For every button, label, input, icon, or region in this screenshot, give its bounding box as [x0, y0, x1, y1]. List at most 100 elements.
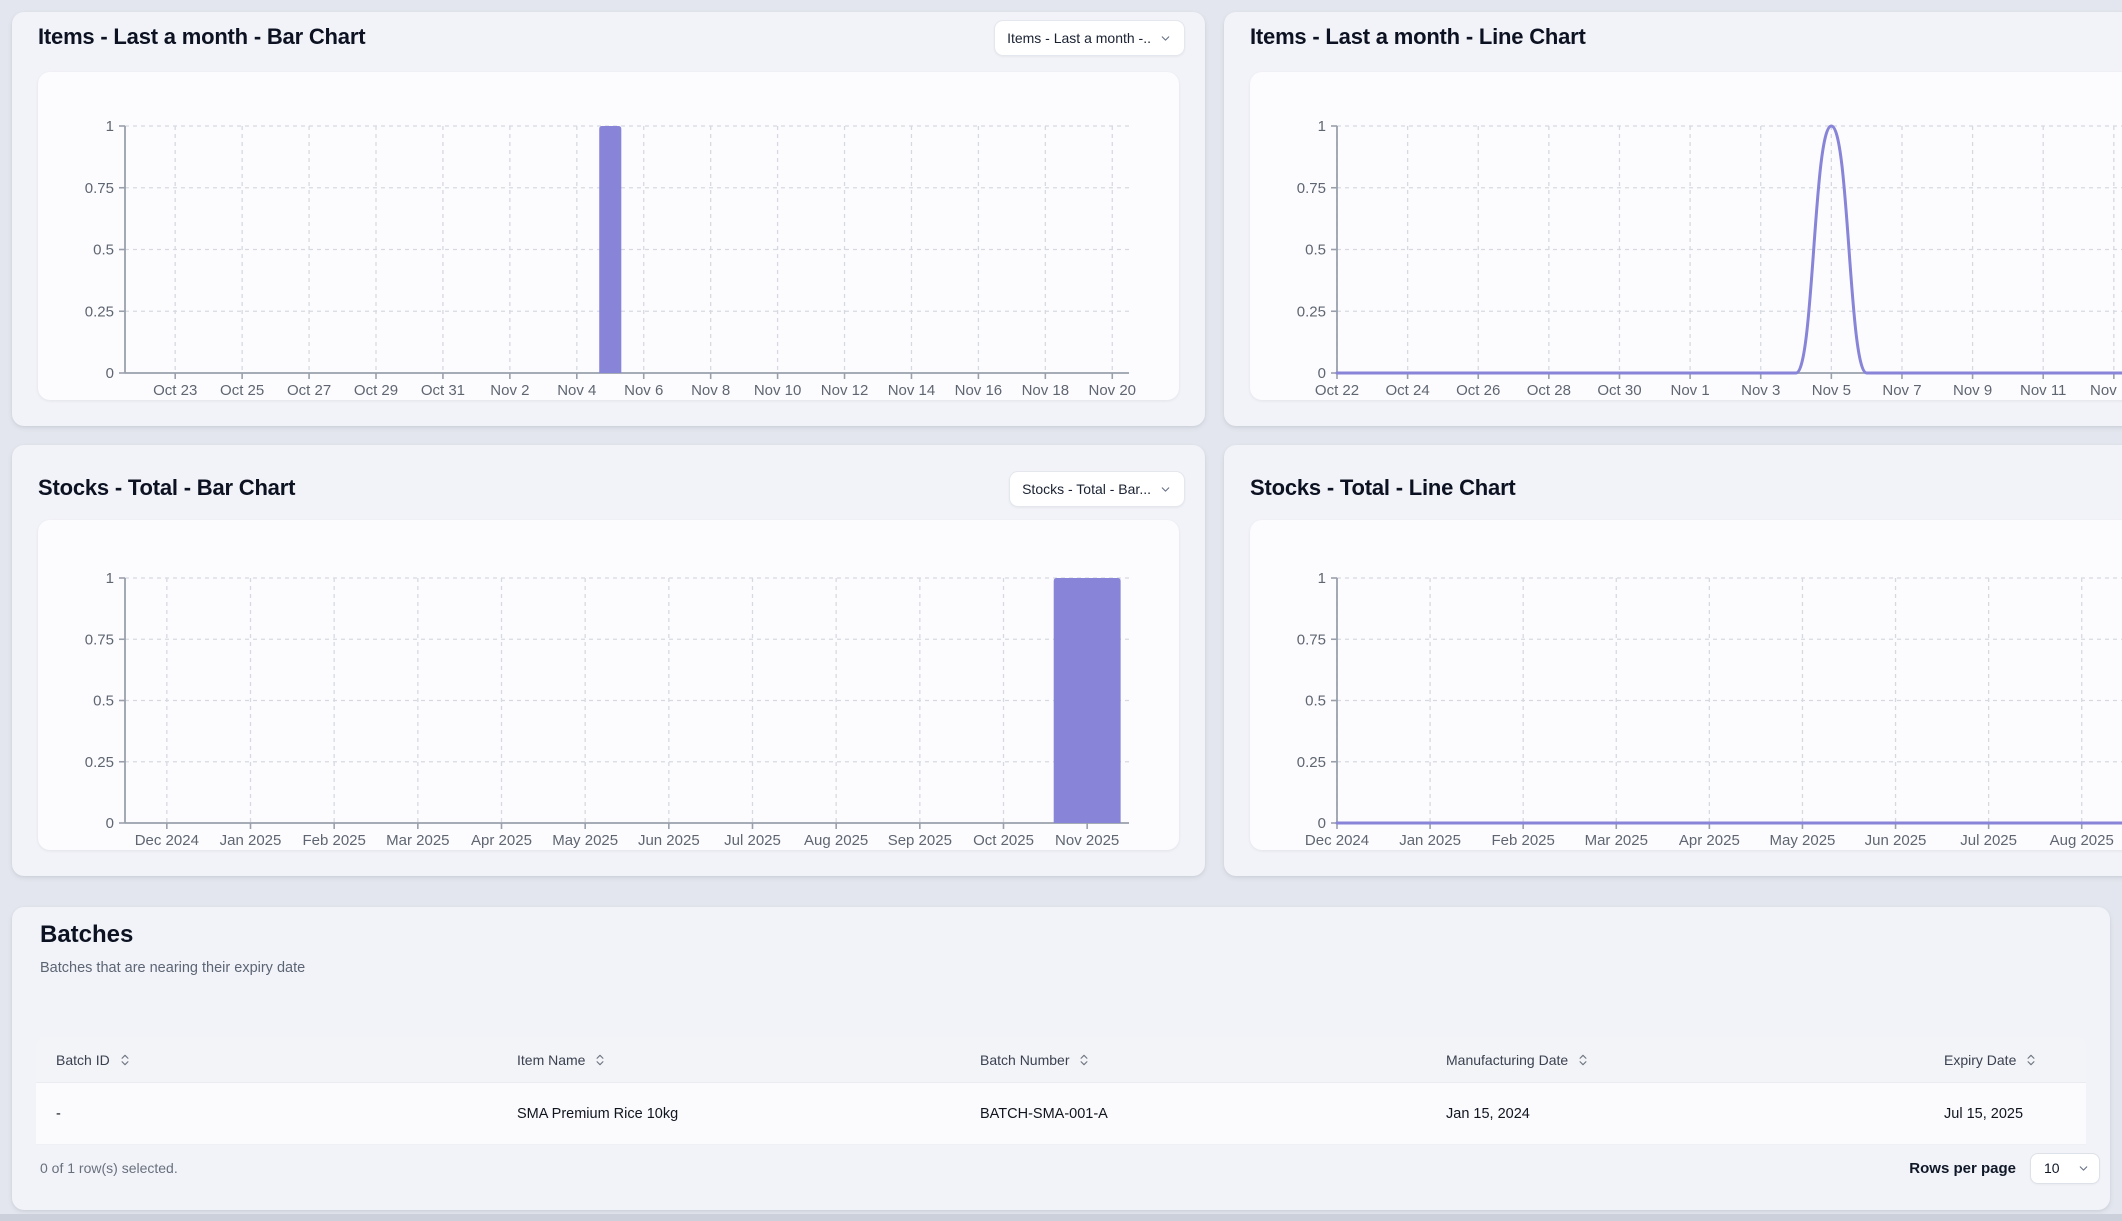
chevron-down-icon: [1159, 483, 1172, 496]
column-header-item-name[interactable]: Item Name: [517, 1052, 980, 1068]
table-row[interactable]: - SMA Premium Rice 10kg BATCH-SMA-001-A …: [36, 1083, 2086, 1145]
svg-text:May 2025: May 2025: [1770, 832, 1836, 849]
svg-text:Nov 16: Nov 16: [955, 382, 1003, 399]
svg-text:Nov 11: Nov 11: [2020, 382, 2066, 399]
sort-chevrons-icon: [2024, 1053, 2038, 1067]
svg-text:Nov 2: Nov 2: [490, 382, 529, 399]
svg-text:0.75: 0.75: [1297, 631, 1326, 648]
svg-text:May 2025: May 2025: [552, 832, 618, 849]
svg-text:Nov 13: Nov 13: [2090, 382, 2122, 399]
svg-text:Nov 3: Nov 3: [1741, 382, 1780, 399]
column-header-batch-number[interactable]: Batch Number: [980, 1052, 1446, 1068]
svg-text:Oct 28: Oct 28: [1527, 382, 1571, 399]
svg-text:0.5: 0.5: [1305, 693, 1326, 710]
svg-text:Nov 4: Nov 4: [557, 382, 596, 399]
svg-text:Nov 1: Nov 1: [1671, 382, 1710, 399]
cell-batch-number: BATCH-SMA-001-A: [980, 1106, 1446, 1122]
rows-per-page: Rows per page 10: [1909, 1153, 2100, 1184]
svg-text:Nov 14: Nov 14: [888, 382, 936, 399]
svg-text:Feb 2025: Feb 2025: [1491, 832, 1554, 849]
batches-title: Batches: [40, 921, 133, 949]
svg-text:Nov 10: Nov 10: [754, 382, 802, 399]
svg-text:Oct 25: Oct 25: [220, 382, 264, 399]
items-line-panel: Items - Last a month - Line Chart 00.250…: [1224, 12, 2122, 426]
svg-text:0.5: 0.5: [1305, 242, 1326, 259]
batches-panel: Batches Batches that are nearing their e…: [12, 907, 2110, 1210]
stocks-bar-panel: Stocks - Total - Bar Chart Stocks - Tota…: [12, 445, 1205, 876]
svg-text:Apr 2025: Apr 2025: [471, 832, 532, 849]
stocks-chart-select-value: Stocks - Total - Bar...: [1022, 481, 1151, 497]
stocks-bar-chart-card: 00.250.50.751Dec 2024Jan 2025Feb 2025Mar…: [38, 520, 1179, 850]
svg-text:Nov 5: Nov 5: [1812, 382, 1851, 399]
items-bar-chart: 00.250.50.751Oct 23Oct 25Oct 27Oct 29Oct…: [38, 72, 1179, 400]
svg-text:Oct 2025: Oct 2025: [973, 832, 1034, 849]
svg-text:Nov 6: Nov 6: [624, 382, 663, 399]
svg-text:Oct 29: Oct 29: [354, 382, 398, 399]
stocks-line-panel: Stocks - Total - Line Chart 00.250.50.75…: [1224, 445, 2122, 876]
svg-text:1: 1: [1318, 570, 1326, 587]
sort-chevrons-icon: [1077, 1053, 1091, 1067]
chevron-down-icon: [1159, 32, 1172, 45]
svg-text:Dec 2024: Dec 2024: [1305, 832, 1369, 849]
stocks-bar-chart: 00.250.50.751Dec 2024Jan 2025Feb 2025Mar…: [38, 520, 1179, 850]
rows-per-page-value: 10: [2044, 1160, 2060, 1176]
dashboard: Items - Last a month - Bar Chart Items -…: [0, 0, 2122, 1221]
sort-chevrons-icon: [118, 1053, 132, 1067]
items-line-chart-card: 00.250.50.751Oct 22Oct 24Oct 26Oct 28Oct…: [1250, 72, 2122, 400]
svg-text:Jul 2025: Jul 2025: [724, 832, 781, 849]
svg-text:Nov 9: Nov 9: [1953, 382, 1992, 399]
svg-text:Jan 2025: Jan 2025: [220, 832, 282, 849]
rows-selected-status: 0 of 1 row(s) selected.: [40, 1160, 178, 1176]
cell-batch-id: -: [36, 1106, 517, 1122]
stocks-bar-title: Stocks - Total - Bar Chart: [38, 475, 295, 501]
chevron-down-icon: [2077, 1162, 2090, 1175]
window-bottom-edge: [0, 1214, 2122, 1221]
svg-text:Nov 2025: Nov 2025: [1055, 832, 1119, 849]
items-bar-title: Items - Last a month - Bar Chart: [38, 24, 365, 50]
stocks-chart-select[interactable]: Stocks - Total - Bar...: [1009, 471, 1185, 507]
items-line-title: Items - Last a month - Line Chart: [1250, 24, 1586, 50]
items-line-chart: 00.250.50.751Oct 22Oct 24Oct 26Oct 28Oct…: [1250, 72, 2122, 400]
items-chart-select-value: Items - Last a month -..: [1007, 30, 1151, 46]
table-footer: 0 of 1 row(s) selected. Rows per page 10: [40, 1150, 2100, 1186]
svg-text:0: 0: [1318, 815, 1326, 832]
rows-per-page-select[interactable]: 10: [2030, 1153, 2100, 1184]
svg-text:Jun 2025: Jun 2025: [1865, 832, 1927, 849]
svg-text:0.5: 0.5: [93, 242, 114, 259]
svg-text:0.75: 0.75: [85, 180, 114, 197]
batches-subtitle: Batches that are nearing their expiry da…: [40, 960, 305, 976]
svg-text:Mar 2025: Mar 2025: [1585, 832, 1648, 849]
stocks-line-chart-card: 0 0.25 0.5 0.75 1 Dec 2024 Jan 2025 Feb 2025 Mar…: [1250, 520, 2122, 850]
svg-text:Mar 2025: Mar 2025: [386, 832, 449, 849]
svg-text:Nov 20: Nov 20: [1089, 382, 1137, 399]
svg-text:Jun 2025: Jun 2025: [638, 832, 700, 849]
svg-text:Nov 12: Nov 12: [821, 382, 869, 399]
svg-text:Oct 26: Oct 26: [1456, 382, 1500, 399]
svg-text:0.25: 0.25: [85, 303, 114, 320]
svg-text:0.75: 0.75: [85, 631, 114, 648]
sort-chevrons-icon: [593, 1053, 607, 1067]
svg-text:0.25: 0.25: [85, 754, 114, 771]
svg-text:Nov 18: Nov 18: [1022, 382, 1070, 399]
svg-text:Aug 2025: Aug 2025: [804, 832, 868, 849]
svg-text:0.25: 0.25: [1297, 754, 1326, 771]
column-header-batch-id[interactable]: Batch ID: [36, 1052, 517, 1068]
svg-text:1: 1: [1318, 118, 1326, 135]
svg-text:0: 0: [106, 815, 114, 832]
cell-expiry-date: Jul 15, 2025: [1944, 1106, 2086, 1122]
svg-text:Jan 2025: Jan 2025: [1399, 832, 1461, 849]
items-chart-select[interactable]: Items - Last a month -..: [994, 20, 1185, 56]
svg-text:Oct 30: Oct 30: [1597, 382, 1641, 399]
cell-manufacturing-date: Jan 15, 2024: [1446, 1106, 1944, 1122]
column-header-expiry-date[interactable]: Expiry Date: [1944, 1052, 2086, 1068]
items-bar-chart-card: 00.250.50.751Oct 23Oct 25Oct 27Oct 29Oct…: [38, 72, 1179, 400]
svg-text:Aug 2025: Aug 2025: [2050, 832, 2114, 849]
svg-text:0: 0: [1318, 365, 1326, 382]
column-header-manufacturing-date[interactable]: Manufacturing Date: [1446, 1052, 1944, 1068]
svg-text:1: 1: [106, 118, 114, 135]
svg-text:Feb 2025: Feb 2025: [302, 832, 365, 849]
sort-chevrons-icon: [1576, 1053, 1590, 1067]
svg-text:Sep 2025: Sep 2025: [888, 832, 952, 849]
svg-text:Nov 7: Nov 7: [1882, 382, 1921, 399]
svg-text:Apr 2025: Apr 2025: [1679, 832, 1740, 849]
